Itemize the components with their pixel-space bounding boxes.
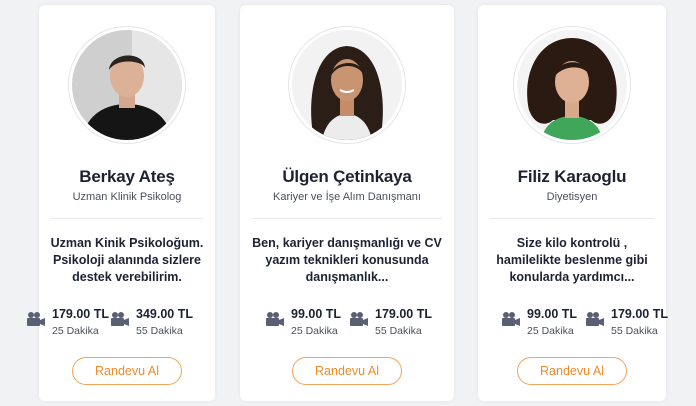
price-amount: 349.00 TL bbox=[136, 307, 193, 321]
price-options: 179.00 TL 25 Dakika 349.00 TL 55 Dakika bbox=[27, 307, 215, 341]
price-options: 99.00 TL 25 Dakika 179.00 TL 55 Dakika bbox=[240, 307, 454, 341]
avatar[interactable] bbox=[68, 26, 186, 144]
expert-description: Size kilo kontrolü , hamilelikte beslenm… bbox=[496, 236, 648, 284]
price-amount: 179.00 TL bbox=[52, 307, 109, 321]
expert-title: Diyetisyen bbox=[546, 191, 598, 203]
avatar[interactable] bbox=[513, 26, 631, 144]
price-amount: 179.00 TL bbox=[375, 307, 432, 321]
price-options: 99.00 TL 25 Dakika 179.00 TL 55 Dakika bbox=[478, 307, 668, 341]
video-camera-icon bbox=[27, 312, 45, 326]
divider bbox=[490, 218, 654, 219]
expert-card: Ülgen Çetinkaya Kariyer ve İşe Alım Danı… bbox=[240, 5, 454, 401]
expert-description: Uzman Kinik Psikoloğum. Psikoloji alanın… bbox=[50, 236, 204, 284]
price-amount: 179.00 TL bbox=[611, 307, 668, 321]
session-duration: 55 Dakika bbox=[136, 325, 183, 337]
video-camera-icon bbox=[350, 312, 368, 326]
expert-name: Filiz Karaoglu bbox=[517, 167, 627, 186]
price-amount: 99.00 TL bbox=[527, 307, 578, 321]
divider bbox=[252, 218, 442, 219]
video-camera-icon bbox=[586, 312, 604, 326]
video-camera-icon bbox=[502, 312, 520, 326]
expert-name: Berkay Ateş bbox=[79, 167, 175, 186]
book-appointment-button[interactable]: Randevu Al bbox=[292, 357, 402, 385]
divider bbox=[51, 218, 203, 219]
expert-title: Uzman Klinik Psikolog bbox=[72, 191, 182, 203]
session-duration: 25 Dakika bbox=[291, 325, 338, 337]
expert-card: Filiz Karaoglu Diyetisyen Size kilo kont… bbox=[478, 5, 668, 401]
expert-description: Ben, kariyer danışmanlığı ve CV yazım te… bbox=[252, 236, 442, 284]
session-duration: 55 Dakika bbox=[375, 325, 422, 337]
expert-title: Kariyer ve İşe Alım Danışmanı bbox=[273, 191, 421, 203]
expert-name: Ülgen Çetinkaya bbox=[282, 167, 412, 186]
book-appointment-button[interactable]: Randevu Al bbox=[517, 357, 627, 385]
book-appointment-button[interactable]: Randevu Al bbox=[72, 357, 182, 385]
expert-card: Berkay Ateş Uzman Klinik Psikolog Uzman … bbox=[27, 5, 215, 401]
session-duration: 55 Dakika bbox=[611, 325, 658, 337]
video-camera-icon bbox=[266, 312, 284, 326]
video-camera-icon bbox=[111, 312, 129, 326]
session-duration: 25 Dakika bbox=[52, 325, 99, 337]
price-amount: 99.00 TL bbox=[291, 307, 342, 321]
session-duration: 25 Dakika bbox=[527, 325, 574, 337]
avatar[interactable] bbox=[288, 26, 406, 144]
